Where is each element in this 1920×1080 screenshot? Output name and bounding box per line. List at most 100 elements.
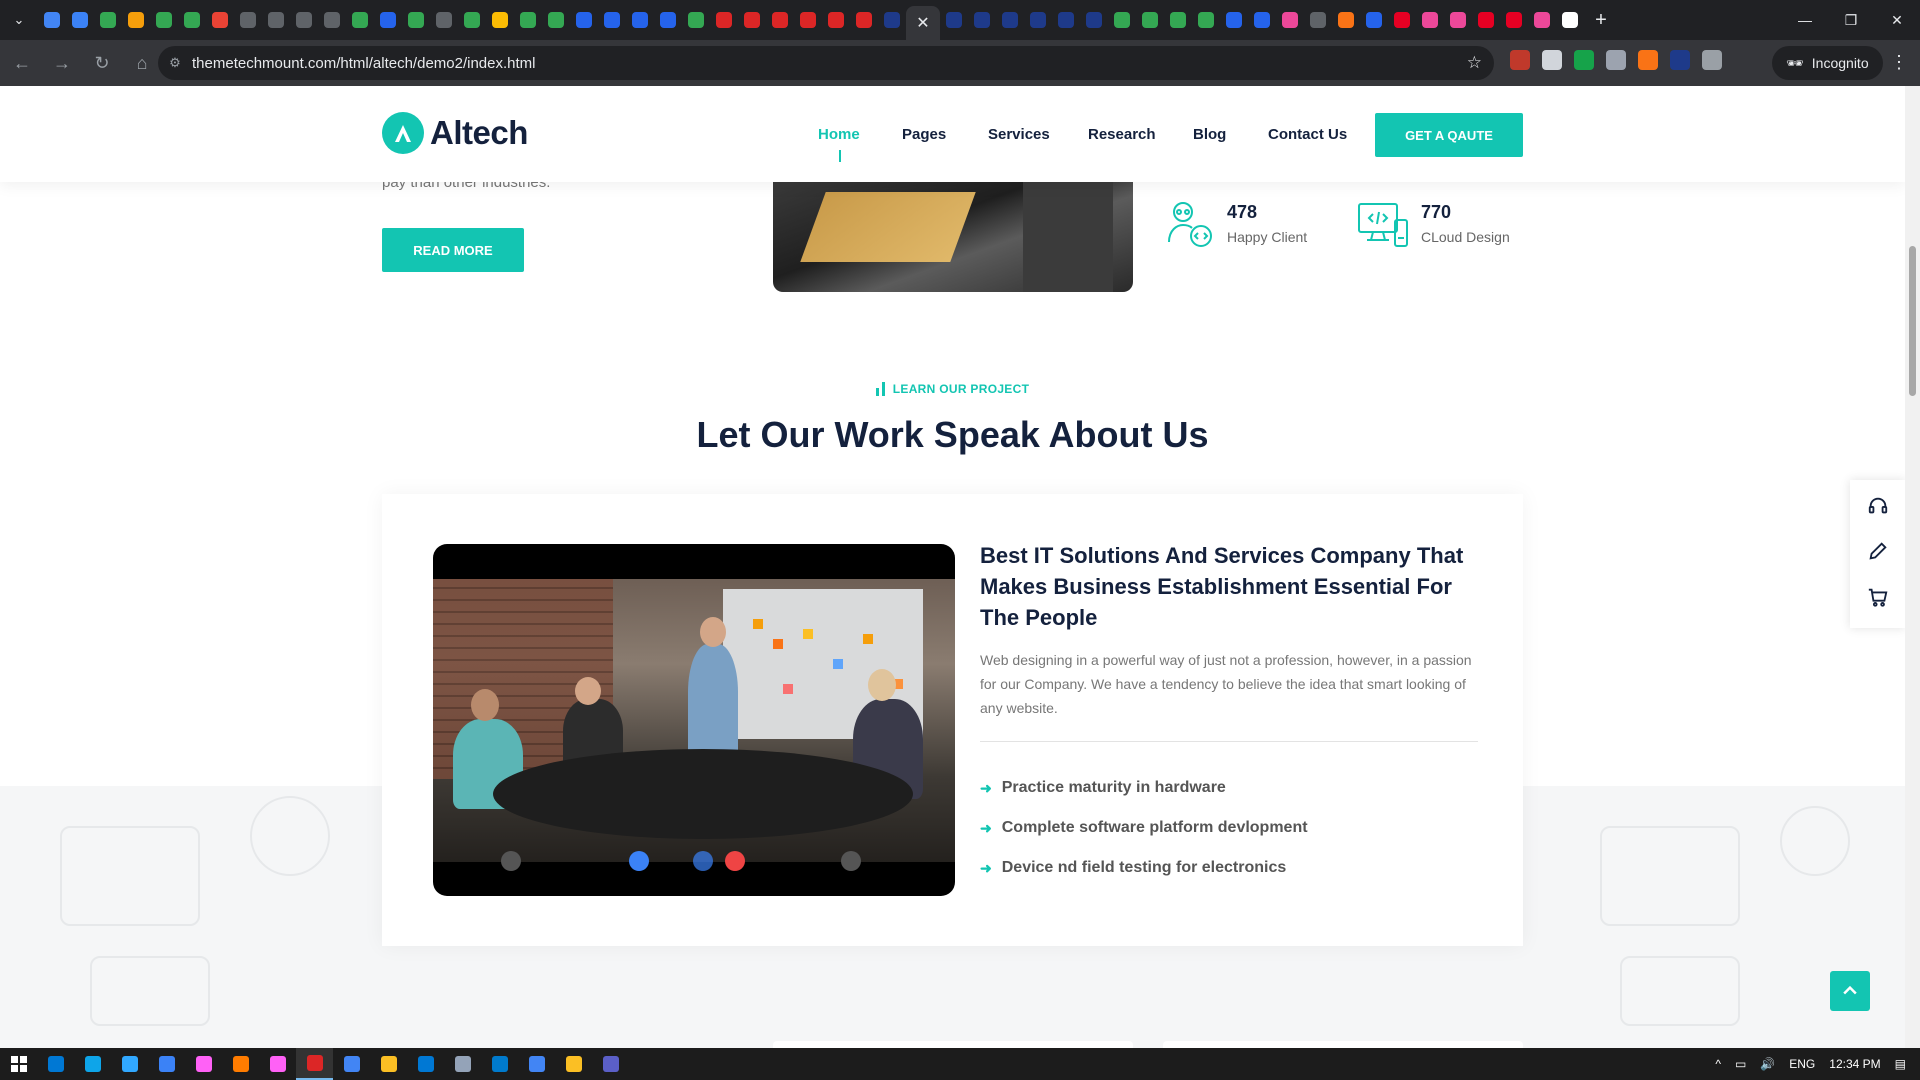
taskbar-app-icon[interactable] xyxy=(37,1048,74,1080)
browser-tab[interactable] xyxy=(1360,0,1388,40)
browser-tab[interactable] xyxy=(38,0,66,40)
taskbar-app-icon[interactable] xyxy=(444,1048,481,1080)
page-scrollbar[interactable] xyxy=(1905,86,1920,1048)
read-more-button[interactable]: READ MORE xyxy=(382,228,524,272)
scrollbar-thumb[interactable] xyxy=(1909,246,1916,396)
browser-tab[interactable] xyxy=(1444,0,1472,40)
start-icon[interactable] xyxy=(0,1048,37,1080)
browser-tab[interactable] xyxy=(514,0,542,40)
restore-icon[interactable]: ❐ xyxy=(1828,0,1874,40)
browser-tab[interactable] xyxy=(318,0,346,40)
browser-tab[interactable] xyxy=(1304,0,1332,40)
extension-icon[interactable] xyxy=(1638,50,1658,70)
site-logo[interactable]: Altech xyxy=(382,112,528,154)
browser-tab[interactable] xyxy=(794,0,822,40)
browser-tab[interactable] xyxy=(1164,0,1192,40)
browser-tab[interactable] xyxy=(1052,0,1080,40)
taskbar-app-icon[interactable] xyxy=(481,1048,518,1080)
forward-icon[interactable]: → xyxy=(44,45,80,81)
site-info-icon[interactable]: ⚙ xyxy=(158,55,192,71)
taskbar-app-icon[interactable] xyxy=(407,1048,444,1080)
browser-tab[interactable] xyxy=(1276,0,1304,40)
nav-home[interactable]: Home xyxy=(818,126,860,162)
browser-tab[interactable] xyxy=(878,0,906,40)
browser-tab[interactable] xyxy=(1528,0,1556,40)
browser-tab[interactable] xyxy=(570,0,598,40)
taskbar-app-icon[interactable] xyxy=(518,1048,555,1080)
browser-tab[interactable] xyxy=(598,0,626,40)
browser-tab[interactable] xyxy=(1500,0,1528,40)
camera-extension-icon[interactable] xyxy=(1606,50,1626,70)
browser-tab[interactable] xyxy=(1472,0,1500,40)
extension-icon[interactable] xyxy=(1670,50,1690,70)
taskbar-app-icon[interactable] xyxy=(370,1048,407,1080)
browser-tab[interactable] xyxy=(206,0,234,40)
tray-chevron-icon[interactable]: ^ xyxy=(1715,1057,1721,1071)
taskbar-app-icon[interactable] xyxy=(185,1048,222,1080)
extension-icon[interactable] xyxy=(1542,50,1562,70)
browser-tab[interactable] xyxy=(738,0,766,40)
browser-tab[interactable] xyxy=(1332,0,1360,40)
browser-tab[interactable] xyxy=(430,0,458,40)
extension-icon[interactable] xyxy=(1574,50,1594,70)
taskbar-app-icon[interactable] xyxy=(222,1048,259,1080)
bookmark-star-icon[interactable]: ☆ xyxy=(1467,53,1482,73)
browser-tab[interactable] xyxy=(542,0,570,40)
back-icon[interactable]: ← xyxy=(4,45,40,81)
browser-tab[interactable] xyxy=(94,0,122,40)
active-tab-close-icon[interactable]: ✕ xyxy=(906,6,940,40)
browser-tab[interactable] xyxy=(1080,0,1108,40)
reload-icon[interactable]: ↻ xyxy=(84,45,120,81)
tab-search-icon[interactable]: ⌄ xyxy=(0,0,38,40)
browser-tab[interactable] xyxy=(1136,0,1164,40)
browser-tab[interactable] xyxy=(940,0,968,40)
browser-tab[interactable] xyxy=(1416,0,1444,40)
browser-tab[interactable] xyxy=(290,0,318,40)
taskbar-app-icon[interactable] xyxy=(296,1048,333,1080)
browser-tab[interactable] xyxy=(626,0,654,40)
taskbar-app-icon[interactable] xyxy=(259,1048,296,1080)
extension-icon[interactable] xyxy=(1510,50,1530,70)
language-indicator[interactable]: ENG xyxy=(1789,1057,1815,1071)
project-video[interactable] xyxy=(433,544,955,896)
taskbar-app-icon[interactable] xyxy=(592,1048,629,1080)
cart-icon[interactable] xyxy=(1867,586,1889,613)
browser-tab[interactable] xyxy=(66,0,94,40)
notifications-icon[interactable]: ▤ xyxy=(1895,1057,1906,1071)
browser-tab[interactable] xyxy=(766,0,794,40)
browser-tab[interactable] xyxy=(654,0,682,40)
browser-tab[interactable] xyxy=(1108,0,1136,40)
volume-icon[interactable]: 🔊 xyxy=(1760,1057,1775,1071)
browser-tab[interactable] xyxy=(1248,0,1276,40)
browser-tab[interactable] xyxy=(402,0,430,40)
taskbar-app-icon[interactable] xyxy=(555,1048,592,1080)
close-window-icon[interactable]: ✕ xyxy=(1874,0,1920,40)
taskbar-app-icon[interactable] xyxy=(111,1048,148,1080)
browser-tab[interactable] xyxy=(710,0,738,40)
browser-tab[interactable] xyxy=(996,0,1024,40)
browser-tab[interactable] xyxy=(374,0,402,40)
browser-tab[interactable] xyxy=(1220,0,1248,40)
browser-tab[interactable] xyxy=(122,0,150,40)
headset-icon[interactable] xyxy=(1867,495,1889,522)
browser-tab[interactable] xyxy=(234,0,262,40)
address-bar[interactable]: ⚙ themetechmount.com/html/altech/demo2/i… xyxy=(158,46,1494,80)
browser-menu-icon[interactable]: ⋮ xyxy=(1890,52,1908,73)
browser-tab[interactable] xyxy=(262,0,290,40)
browser-tab[interactable] xyxy=(968,0,996,40)
browser-tab[interactable] xyxy=(1388,0,1416,40)
taskbar-app-icon[interactable] xyxy=(148,1048,185,1080)
browser-tab[interactable] xyxy=(1192,0,1220,40)
taskbar-app-icon[interactable] xyxy=(74,1048,111,1080)
browser-tab[interactable] xyxy=(346,0,374,40)
browser-tab[interactable] xyxy=(178,0,206,40)
pencil-icon[interactable] xyxy=(1867,540,1889,567)
browser-tab[interactable] xyxy=(682,0,710,40)
browser-tab[interactable] xyxy=(150,0,178,40)
browser-tab[interactable] xyxy=(822,0,850,40)
browser-tab[interactable] xyxy=(1024,0,1052,40)
clock[interactable]: 12:34 PM xyxy=(1829,1057,1880,1071)
browser-tab[interactable] xyxy=(486,0,514,40)
get-a-quote-button[interactable]: GET A QAUTE xyxy=(1375,113,1523,157)
browser-tab[interactable] xyxy=(1556,0,1584,40)
